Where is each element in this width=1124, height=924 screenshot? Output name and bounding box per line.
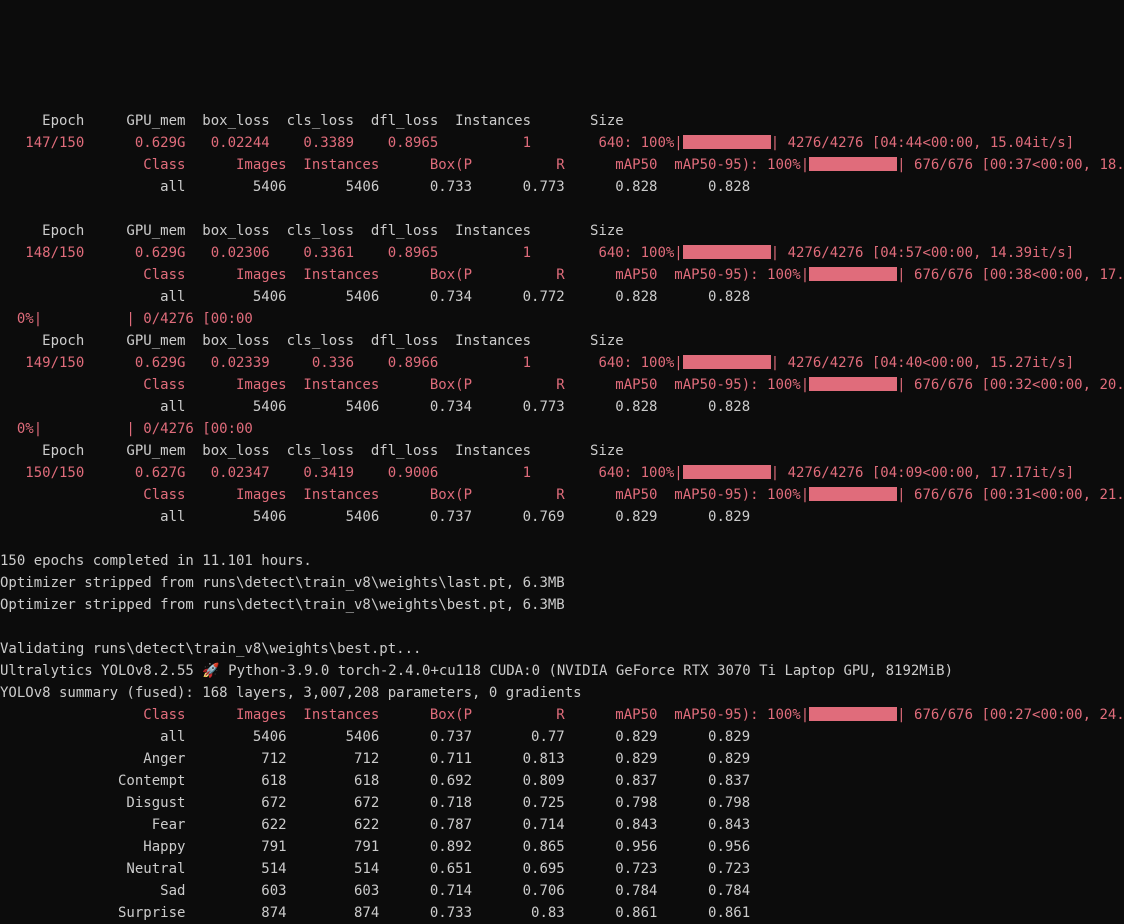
- output-line: YOLOv8 summary (fused): 168 layers, 3,00…: [0, 682, 1124, 704]
- output-line: Epoch GPU_mem box_loss cls_loss dfl_loss…: [0, 440, 1124, 462]
- terminal-output: Epoch GPU_mem box_loss cls_loss dfl_loss…: [0, 110, 1124, 924]
- output-line: 0%| | 0/4276 [00:00: [0, 418, 1124, 440]
- output-line: Class Images Instances Box(P R mAP50 mAP…: [0, 154, 1124, 176]
- output-line: all 5406 5406 0.734 0.773 0.828 0.828: [0, 396, 1124, 418]
- output-line: Fear 622 622 0.787 0.714 0.843 0.843: [0, 814, 1124, 836]
- output-line: 148/150 0.629G 0.02306 0.3361 0.8965 1 6…: [0, 242, 1124, 264]
- output-line: Optimizer stripped from runs\detect\trai…: [0, 572, 1124, 594]
- output-line: Ultralytics YOLOv8.2.55 🚀 Python-3.9.0 t…: [0, 660, 1124, 682]
- output-line: Sad 603 603 0.714 0.706 0.784 0.784: [0, 880, 1124, 902]
- output-line: 147/150 0.629G 0.02244 0.3389 0.8965 1 6…: [0, 132, 1124, 154]
- output-line: all 5406 5406 0.733 0.773 0.828 0.828: [0, 176, 1124, 198]
- output-line: Epoch GPU_mem box_loss cls_loss dfl_loss…: [0, 220, 1124, 242]
- output-line: Anger 712 712 0.711 0.813 0.829 0.829: [0, 748, 1124, 770]
- output-line: 0%| | 0/4276 [00:00: [0, 308, 1124, 330]
- output-line: Class Images Instances Box(P R mAP50 mAP…: [0, 704, 1124, 726]
- output-line: Epoch GPU_mem box_loss cls_loss dfl_loss…: [0, 110, 1124, 132]
- output-line: Contempt 618 618 0.692 0.809 0.837 0.837: [0, 770, 1124, 792]
- output-line: Optimizer stripped from runs\detect\trai…: [0, 594, 1124, 616]
- output-line: Class Images Instances Box(P R mAP50 mAP…: [0, 374, 1124, 396]
- output-line: 150 epochs completed in 11.101 hours.: [0, 550, 1124, 572]
- output-line: Happy 791 791 0.892 0.865 0.956 0.956: [0, 836, 1124, 858]
- output-line: all 5406 5406 0.737 0.769 0.829 0.829: [0, 506, 1124, 528]
- output-line: [0, 528, 1124, 550]
- output-line: Neutral 514 514 0.651 0.695 0.723 0.723: [0, 858, 1124, 880]
- output-line: [0, 198, 1124, 220]
- output-line: Class Images Instances Box(P R mAP50 mAP…: [0, 484, 1124, 506]
- output-line: Validating runs\detect\train_v8\weights\…: [0, 638, 1124, 660]
- output-line: Epoch GPU_mem box_loss cls_loss dfl_loss…: [0, 330, 1124, 352]
- output-line: all 5406 5406 0.737 0.77 0.829 0.829: [0, 726, 1124, 748]
- output-line: 150/150 0.627G 0.02347 0.3419 0.9006 1 6…: [0, 462, 1124, 484]
- output-line: 149/150 0.629G 0.02339 0.336 0.8966 1 64…: [0, 352, 1124, 374]
- output-line: Surprise 874 874 0.733 0.83 0.861 0.861: [0, 902, 1124, 924]
- output-line: Class Images Instances Box(P R mAP50 mAP…: [0, 264, 1124, 286]
- output-line: [0, 616, 1124, 638]
- output-line: Disgust 672 672 0.718 0.725 0.798 0.798: [0, 792, 1124, 814]
- output-line: all 5406 5406 0.734 0.772 0.828 0.828: [0, 286, 1124, 308]
